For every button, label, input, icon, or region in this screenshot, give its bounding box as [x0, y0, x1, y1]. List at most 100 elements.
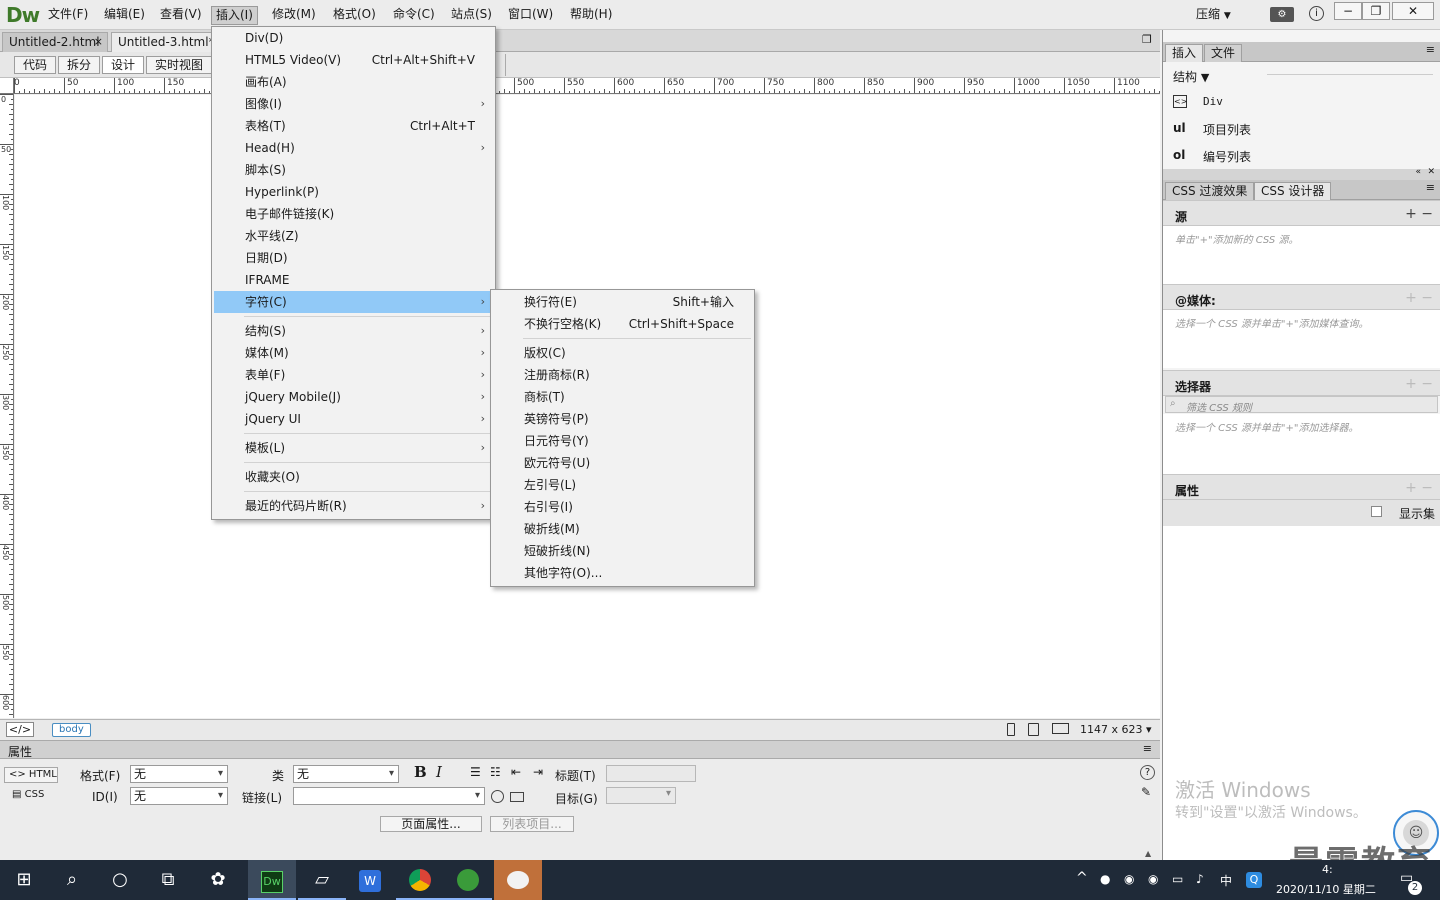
page-properties-button[interactable]: 页面属性...: [380, 816, 482, 832]
live-view-button[interactable]: 实时视图: [146, 56, 213, 74]
title-input[interactable]: [606, 765, 696, 782]
list-item-button[interactable]: 列表项目...: [490, 816, 574, 832]
link-input[interactable]: ▾: [293, 787, 485, 805]
qq-tray-icon[interactable]: ◉: [1124, 872, 1134, 886]
info-icon[interactable]: i: [1309, 6, 1324, 21]
tablet-size-icon[interactable]: [1028, 723, 1039, 736]
restore-doc-icon[interactable]: ❐: [1142, 33, 1152, 46]
add-media-button[interactable]: + −: [1405, 290, 1433, 306]
sync-settings-icon[interactable]: ⚙: [1270, 7, 1294, 22]
menu-item-iframe[interactable]: IFRAME: [214, 269, 493, 291]
indent-icon[interactable]: ⇥: [533, 765, 543, 779]
outdent-icon[interactable]: ⇤: [511, 765, 521, 779]
panel-menu-icon[interactable]: ≡: [1426, 181, 1435, 194]
sources-list[interactable]: 单击"+"添加新的 CSS 源。: [1163, 226, 1440, 284]
tag-selector-body[interactable]: body: [52, 723, 91, 737]
close-tab-icon[interactable]: ×: [94, 33, 103, 51]
windows-start-icon[interactable]: ⊞: [0, 860, 48, 900]
menu-item-div[interactable]: Div(D): [214, 27, 493, 49]
menu-window[interactable]: 窗口(W): [504, 6, 557, 25]
css-mode-button[interactable]: ▤ CSS: [12, 789, 44, 800]
format-select[interactable]: 无 ▾: [130, 765, 228, 783]
menu-item-jquery-mobile[interactable]: jQuery Mobile(J) ›: [214, 386, 493, 408]
add-source-button[interactable]: + −: [1405, 206, 1433, 222]
menu-item-jquery-ui[interactable]: jQuery UI ›: [214, 408, 493, 430]
menu-item-hyperlink[interactable]: Hyperlink(P): [214, 181, 493, 203]
design-view-button[interactable]: 设计: [102, 56, 145, 74]
chrome-icon[interactable]: [396, 860, 444, 900]
menu-item-date[interactable]: 日期(D): [214, 247, 493, 269]
menu-item-media[interactable]: 媒体(M) ›: [214, 342, 493, 364]
insert-item-ol[interactable]: ol 编号列表: [1169, 146, 1429, 168]
menu-item-registered[interactable]: 注册商标(R): [493, 364, 752, 386]
window-size-display[interactable]: 1147 x 623 ▾: [1080, 723, 1152, 736]
menu-item-character[interactable]: 字符(C) ›: [214, 291, 493, 313]
tab-untitled-2[interactable]: Untitled-2.html ×: [2, 32, 108, 52]
code-navigator-button[interactable]: </>: [6, 722, 34, 737]
menu-item-yen[interactable]: 日元符号(Y): [493, 430, 752, 452]
italic-button[interactable]: I: [436, 763, 442, 781]
notepad-app-icon[interactable]: ▱: [298, 860, 346, 900]
quick-tag-editor-icon[interactable]: ✎: [1141, 785, 1151, 799]
close-button[interactable]: ✕: [1392, 2, 1434, 20]
selector-filter-input[interactable]: ⌕ 筛选 CSS 规则: [1165, 396, 1438, 414]
collapse-icon[interactable]: ▲: [1145, 849, 1151, 858]
wechat-tray-icon[interactable]: ●: [1100, 872, 1110, 886]
panel-menu-icon[interactable]: ≡: [1426, 43, 1435, 56]
menu-item-copyright[interactable]: 版权(C): [493, 342, 752, 364]
menu-item-recent-snippets[interactable]: 最近的代码片断(R) ›: [214, 495, 493, 517]
menu-item-canvas[interactable]: 画布(A): [214, 71, 493, 93]
panel-menu-icon[interactable]: ≡: [1143, 742, 1152, 755]
menu-item-email-link[interactable]: 电子邮件链接(K): [214, 203, 493, 225]
menu-item-template[interactable]: 模板(L) ›: [214, 437, 493, 459]
tab-untitled-3[interactable]: Untitled-3.html*: [111, 32, 215, 52]
qq-tray-icon-2[interactable]: ◉: [1148, 872, 1158, 886]
menu-item-euro[interactable]: 欧元符号(U): [493, 452, 752, 474]
desktop-size-icon[interactable]: [1052, 723, 1069, 734]
wechat-taskbar-icon[interactable]: [494, 860, 542, 900]
menu-commands[interactable]: 命令(C): [389, 6, 439, 25]
clock-date[interactable]: 2020/11/10 星期二: [1276, 881, 1376, 897]
minimize-button[interactable]: −: [1334, 2, 1362, 20]
menu-item-html5-video[interactable]: HTML5 Video(V) Ctrl+Alt+Shift+V: [214, 49, 493, 71]
selectors-list[interactable]: 选择一个 CSS 源并单击"+"添加选择器。: [1163, 414, 1440, 474]
tab-files[interactable]: 文件: [1204, 44, 1243, 62]
menu-item-left-quote[interactable]: 左引号(L): [493, 474, 752, 496]
menu-item-favorites[interactable]: 收藏夹(O): [214, 466, 493, 488]
add-property-button[interactable]: + −: [1405, 480, 1433, 496]
menu-help[interactable]: 帮助(H): [566, 6, 616, 25]
media-list[interactable]: 选择一个 CSS 源并单击"+"添加媒体查询。: [1163, 310, 1440, 368]
tab-css-designer[interactable]: CSS 设计器: [1254, 182, 1332, 200]
unordered-list-icon[interactable]: ☰: [470, 765, 481, 779]
watermelon-app-icon[interactable]: [444, 860, 492, 900]
menu-file[interactable]: 文件(F): [44, 6, 92, 25]
menu-item-line-break[interactable]: 换行符(E) Shift+输入: [493, 291, 752, 313]
browse-folder-icon[interactable]: [510, 792, 524, 802]
collapse-panel-icon[interactable]: «: [1415, 167, 1421, 177]
tab-css-transitions[interactable]: CSS 过渡效果: [1165, 182, 1255, 200]
menu-item-pound[interactable]: 英镑符号(P): [493, 408, 752, 430]
code-view-button[interactable]: 代码: [14, 56, 57, 74]
menu-item-structure[interactable]: 结构(S) ›: [214, 320, 493, 342]
menu-item-right-quote[interactable]: 右引号(I): [493, 496, 752, 518]
menu-modify[interactable]: 修改(M): [268, 6, 320, 25]
menu-site[interactable]: 站点(S): [447, 6, 496, 25]
menu-item-en-dash[interactable]: 短破折线(N): [493, 540, 752, 562]
qq-browser-icon[interactable]: Q: [1246, 872, 1262, 888]
menu-item-table[interactable]: 表格(T) Ctrl+Alt+T: [214, 115, 493, 137]
help-icon[interactable]: ?: [1140, 765, 1155, 780]
menu-item-image[interactable]: 图像(I) ›: [214, 93, 493, 115]
menu-item-other-chars[interactable]: 其他字符(O)...: [493, 562, 752, 584]
network-icon[interactable]: ▭: [1172, 872, 1183, 886]
add-selector-button[interactable]: + −: [1405, 376, 1433, 392]
insert-category-select[interactable]: 结构 ▼: [1173, 68, 1209, 85]
close-panel-icon[interactable]: ✕: [1427, 167, 1435, 177]
menu-format[interactable]: 格式(O): [329, 6, 380, 25]
menu-insert[interactable]: 插入(I): [211, 6, 258, 25]
menu-item-form[interactable]: 表单(F) ›: [214, 364, 493, 386]
menu-item-script[interactable]: 脚本(S): [214, 159, 493, 181]
target-select[interactable]: ▾: [606, 787, 676, 804]
search-icon[interactable]: ⌕: [48, 860, 96, 900]
ime-indicator[interactable]: 中: [1220, 872, 1232, 889]
mobile-size-icon[interactable]: [1007, 723, 1015, 736]
